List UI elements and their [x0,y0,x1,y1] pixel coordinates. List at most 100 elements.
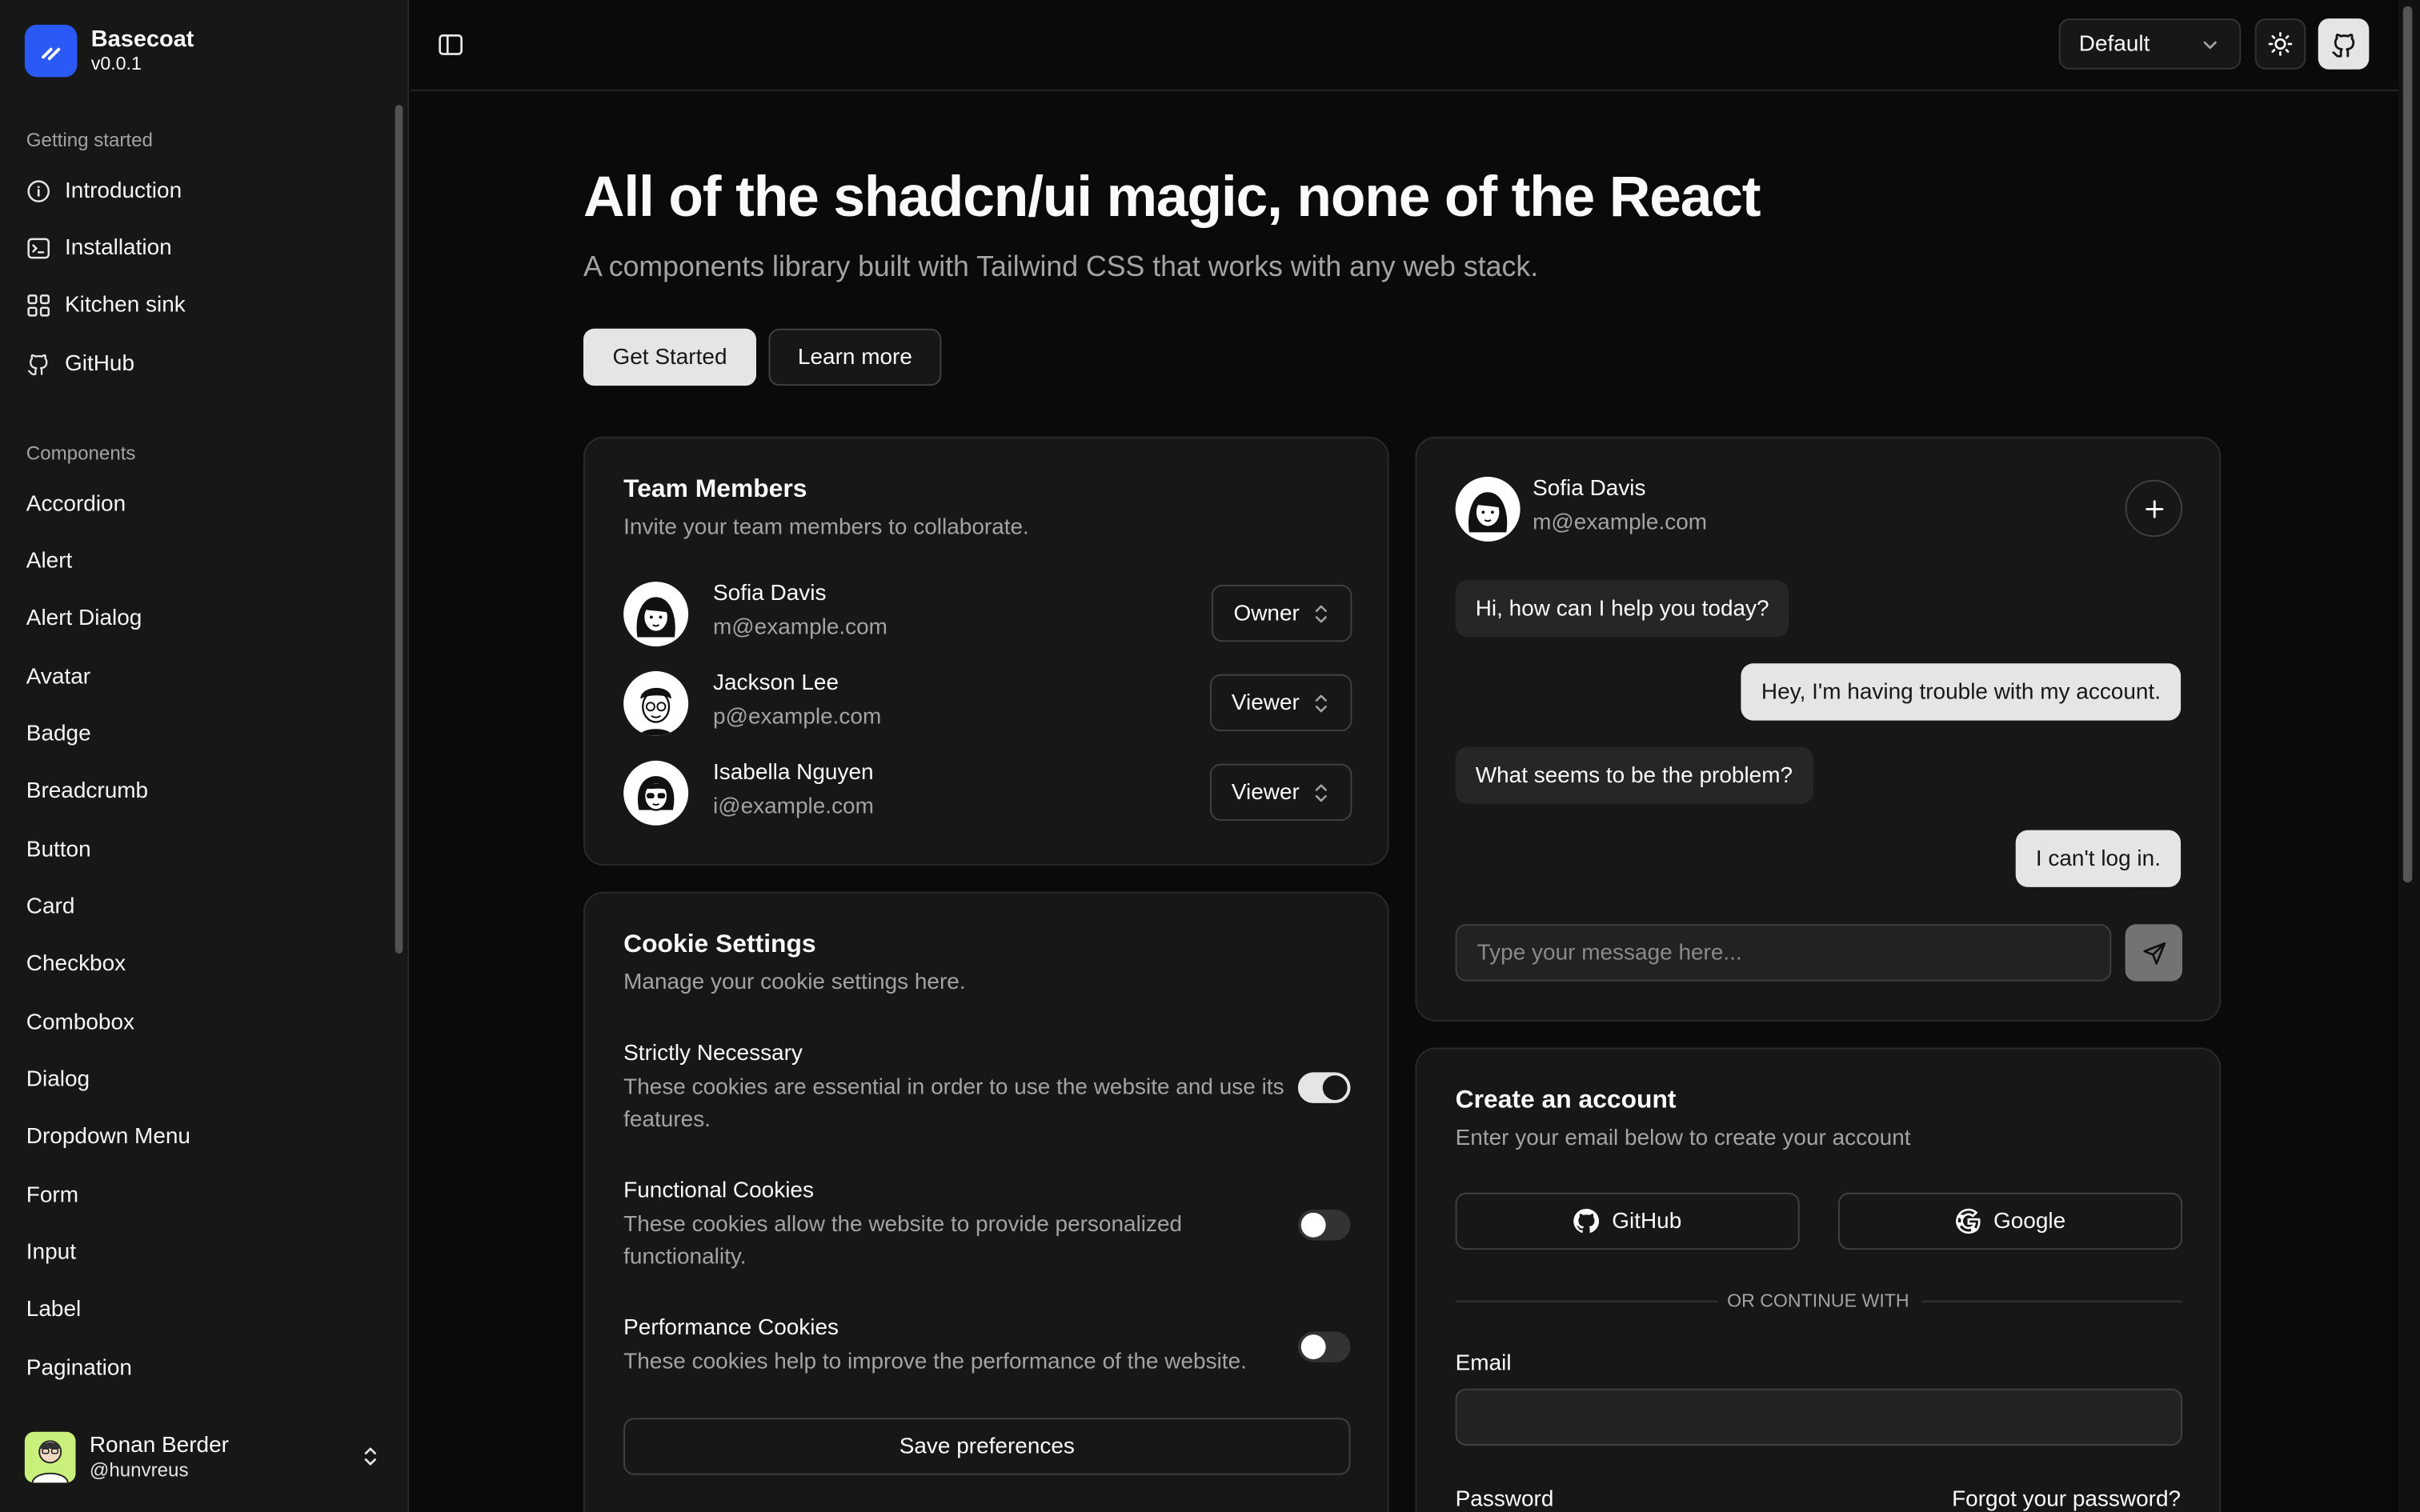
send-message-button[interactable] [2125,924,2182,982]
google-signup-button[interactable]: Google [1837,1192,2182,1250]
member-email: p@example.com [712,705,882,730]
member-name: Sofia Davis [712,582,827,606]
team-member-row: Isabella Nguyen i@example.com Viewer [623,760,1352,829]
sidebar-item-label: Pagination [26,1356,132,1382]
sidebar-toggle-icon[interactable] [435,30,467,61]
sidebar-item-alert-dialog[interactable]: Alert Dialog [12,594,383,643]
role-select[interactable]: Viewer [1209,763,1352,821]
save-preferences-button[interactable]: Save preferences [623,1418,1351,1475]
user-menu[interactable]: Ronan Berder @hunvreus [24,1431,383,1483]
chat-message-incoming: What seems to be the problem? [1455,746,1813,804]
role-select-value: Viewer [1231,690,1300,715]
hero-subtitle: A components library built with Tailwind… [583,250,1539,282]
avatar [623,582,689,647]
sidebar: Basecoat v0.0.1 Getting started Introduc… [0,0,410,1512]
sidebar-item-card[interactable]: Card [12,882,383,932]
send-icon [2142,942,2166,964]
sidebar-item-label: Dialog [26,1067,90,1093]
sidebar-item-github[interactable]: GitHub [12,339,383,389]
chat-card: Sofia Davis m@example.com Hi, how can I … [1415,436,2222,1022]
page-scrollbar[interactable] [2398,0,2420,1512]
avatar [24,1431,76,1483]
sidebar-item-pagination[interactable]: Pagination [12,1344,383,1394]
sidebar-item-badge[interactable]: Badge [12,710,383,759]
github-icon [27,354,48,376]
team-members-card: Team Members Invite your team members to… [583,436,1389,866]
brand-version: v0.0.1 [90,52,142,74]
theme-toggle-button[interactable] [2254,18,2306,70]
sidebar-item-label: Alert [26,549,73,574]
sidebar-item-avatar[interactable]: Avatar [12,653,383,702]
sidebar-item-label: Dropdown Menu [26,1124,190,1150]
page-scrollbar-thumb[interactable] [2402,6,2413,883]
sidebar-item-input[interactable]: Input [12,1228,383,1278]
sidebar-item-combobox[interactable]: Combobox [12,998,383,1048]
get-started-button[interactable]: Get Started [583,328,756,386]
github-signup-button[interactable]: GitHub [1455,1192,1800,1250]
chat-message-outgoing: Hey, I'm having trouble with my account. [1741,663,2182,721]
sidebar-item-label: Breadcrumb [26,778,149,804]
account-card-title: Create an account [1455,1086,1677,1114]
sidebar-item-label: Badge [26,722,91,747]
create-account-card: Create an account Enter your email below… [1415,1047,2222,1512]
sidebar-item-label: Kitchen sink [64,293,186,318]
sidebar-item-label: Label [26,1297,82,1322]
sidebar-scrollbar[interactable] [395,105,403,954]
sidebar-item-label: Input [26,1240,76,1266]
terminal-icon [27,238,50,259]
group-label-components: Components [26,442,136,465]
info-icon [27,180,50,202]
sidebar-item-label: GitHub [64,351,135,377]
separator-line [1921,1300,2182,1302]
role-select[interactable]: Owner [1212,584,1352,642]
sidebar-item-label: Card [26,894,75,920]
chat-message-input[interactable] [1455,924,2112,982]
sidebar-item-introduction[interactable]: Introduction [12,166,383,216]
strictly-necessary-switch[interactable] [1297,1072,1351,1103]
chat-contact-name: Sofia Davis [1533,476,1646,502]
cookie-item-title: Performance Cookies [623,1316,839,1341]
github-button[interactable] [2318,18,2370,70]
sidebar-item-dropdown-menu[interactable]: Dropdown Menu [12,1112,383,1162]
top-header: Default [410,0,2398,91]
cookie-settings-card: Cookie Settings Manage your cookie setti… [583,891,1389,1512]
chevrons-up-down-icon [364,1447,376,1466]
member-name: Jackson Lee [712,670,839,696]
sidebar-item-dialog[interactable]: Dialog [12,1055,383,1105]
theme-select[interactable]: Default [2058,18,2242,70]
switch-knob [1300,1334,1326,1360]
team-card-title: Team Members [623,474,807,503]
sidebar-item-label: Introduction [64,178,182,204]
sidebar-item-label: Checkbox [26,951,126,977]
sidebar-item-checkbox[interactable]: Checkbox [12,939,383,989]
sidebar-item-form[interactable]: Form [12,1171,383,1221]
forgot-password-link[interactable]: Forgot your password? [1952,1487,2181,1512]
hero-title: All of the shadcn/ui magic, none of the … [583,165,1761,229]
sidebar-item-label: Combobox [26,1010,135,1036]
sidebar-item-accordion[interactable]: Accordion [12,480,383,530]
cookie-card-description: Manage your cookie settings here. [623,970,966,995]
chevrons-up-down-icon [1315,604,1327,622]
brand[interactable]: Basecoat v0.0.1 [24,24,194,78]
theme-select-value: Default [2078,31,2150,57]
add-contact-button[interactable] [2125,479,2182,538]
chat-contact-email: m@example.com [1533,510,1708,536]
member-email: m@example.com [712,615,887,641]
sidebar-item-label: Form [26,1183,79,1209]
sidebar-item-label-component[interactable]: Label [12,1285,383,1334]
sidebar-item-kitchen-sink[interactable]: Kitchen sink [12,281,383,330]
learn-more-button[interactable]: Learn more [768,328,942,386]
sidebar-item-installation[interactable]: Installation [12,224,383,274]
performance-cookies-switch[interactable] [1297,1331,1351,1362]
sidebar-item-alert[interactable]: Alert [12,537,383,586]
cookie-card-title: Cookie Settings [623,930,816,958]
team-member-row: Sofia Davis m@example.com Owner [623,582,1352,650]
password-label: Password [1455,1487,1554,1512]
sidebar-item-breadcrumb[interactable]: Breadcrumb [12,766,383,816]
email-field[interactable] [1455,1388,2182,1446]
cookie-item-description: These cookies help to improve the perfor… [623,1350,1247,1375]
functional-cookies-switch[interactable] [1297,1209,1351,1241]
sidebar-item-button[interactable]: Button [12,826,383,875]
member-name: Isabella Nguyen [712,760,874,786]
role-select[interactable]: Viewer [1209,674,1352,732]
